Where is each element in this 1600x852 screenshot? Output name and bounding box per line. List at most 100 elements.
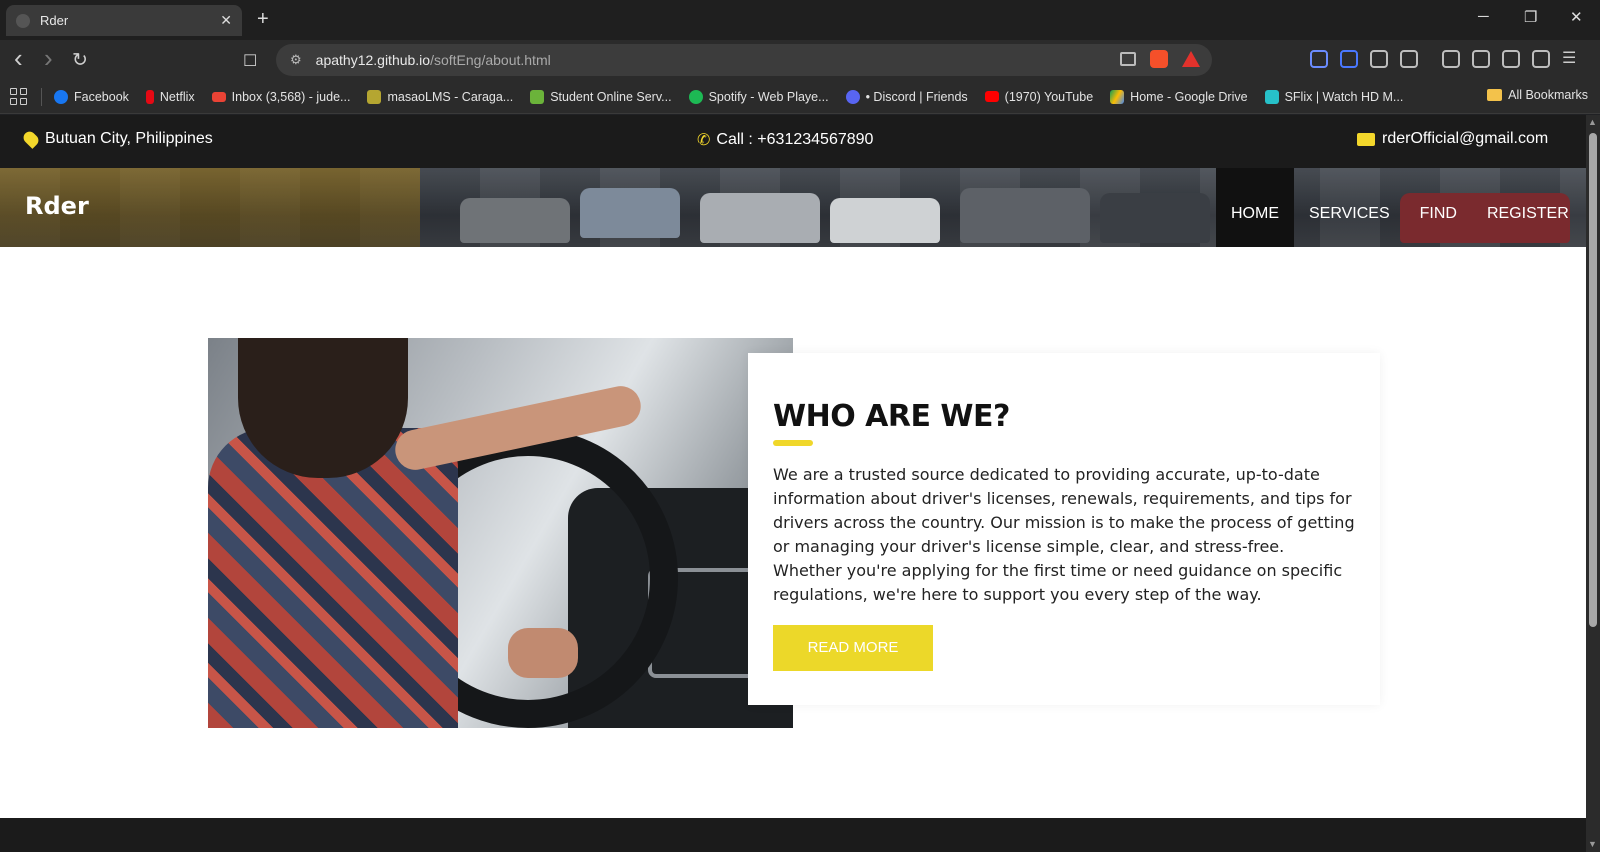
- bookmark-label: Netflix: [159, 89, 195, 104]
- all-bookmarks-label: All Bookmarks: [1508, 88, 1588, 102]
- browser-toolbar: ‹ › ↻ ☐ ⚙ apathy12.github.io/softEng/abo…: [0, 40, 1600, 80]
- address-bar[interactable]: ⚙ apathy12.github.io/softEng/about.html: [276, 44, 1212, 76]
- youtube-icon: [984, 91, 999, 102]
- restore-button[interactable]: ❐: [1524, 8, 1537, 26]
- location-text: Butuan City, Philippines: [45, 130, 213, 147]
- new-tab-button[interactable]: +: [257, 8, 269, 31]
- about-title: WHO ARE WE?: [773, 399, 1010, 434]
- banner-car-image: [960, 188, 1090, 243]
- extension-icon[interactable]: [1310, 50, 1328, 68]
- phone-info: ✆ Call : +631234567890: [697, 130, 873, 150]
- envelope-icon: [1357, 132, 1375, 146]
- url-path: /softEng/about.html: [430, 52, 551, 68]
- bookmark-youtube[interactable]: (1970) YouTube: [984, 89, 1094, 104]
- netflix-icon: [145, 89, 154, 104]
- header-banner: Rder HOME SERVICES FIND REGISTER: [0, 168, 1586, 247]
- tab-title: Rder: [40, 13, 69, 28]
- email-text: rderOfficial@gmail.com: [1382, 130, 1549, 147]
- vpn-icon[interactable]: [1532, 50, 1550, 68]
- spotify-icon: [688, 89, 703, 104]
- wallet-icon[interactable]: [1472, 50, 1490, 68]
- screenshot-icon[interactable]: [1400, 50, 1418, 68]
- browser-tab[interactable]: Rder ✕: [6, 5, 242, 36]
- bookmark-label: Spotify - Web Playe...: [708, 89, 829, 104]
- nav-home[interactable]: HOME: [1216, 168, 1294, 247]
- bookmark-facebook[interactable]: Facebook: [54, 89, 129, 104]
- apps-icon[interactable]: [10, 88, 27, 105]
- location-pin-icon: [21, 129, 41, 149]
- google-drive-icon: [1110, 89, 1125, 104]
- bookmark-label: Home - Google Drive: [1130, 89, 1248, 104]
- site-info-icon[interactable]: ⚙: [290, 52, 302, 68]
- sflix-icon: [1264, 89, 1279, 104]
- close-window-button[interactable]: ✕: [1570, 8, 1583, 26]
- student-online-icon: [530, 89, 545, 104]
- about-description: We are a trusted source dedicated to pro…: [773, 465, 1355, 604]
- email-info: rderOfficial@gmail.com: [1357, 130, 1548, 148]
- bookmark-label: Inbox (3,568) - jude...: [231, 89, 351, 104]
- bookmark-netflix[interactable]: Netflix: [145, 89, 195, 104]
- share-icon[interactable]: [1120, 52, 1136, 66]
- bookmark-masaolms[interactable]: masaoLMS - Caraga...: [367, 89, 514, 104]
- photo-driver-hand: [508, 628, 578, 678]
- bookmark-google-drive[interactable]: Home - Google Drive: [1110, 89, 1248, 104]
- driver-photo: [208, 338, 793, 728]
- page-scrollbar[interactable]: ▲ ▼: [1586, 115, 1600, 852]
- all-bookmarks-button[interactable]: All Bookmarks: [1487, 88, 1588, 102]
- tab-favicon-icon: [16, 13, 30, 28]
- browser-tabstrip: Rder ✕ + ─ ❐ ✕: [0, 0, 1600, 40]
- scroll-up-icon[interactable]: ▲: [1588, 117, 1597, 127]
- banner-car-image: [830, 198, 940, 243]
- gmail-icon: [211, 91, 226, 102]
- bookmark-label: masaoLMS - Caraga...: [387, 89, 514, 104]
- url-domain: apathy12.github.io: [315, 52, 431, 68]
- brave-rewards-icon[interactable]: [1182, 51, 1200, 67]
- title-underline: [773, 440, 813, 446]
- forward-button[interactable]: ›: [44, 43, 53, 74]
- menu-icon[interactable]: ☰: [1562, 50, 1580, 68]
- bookmark-label: Facebook: [74, 89, 129, 104]
- bookmark-spotify[interactable]: Spotify - Web Playe...: [688, 89, 829, 104]
- top-info-bar: Butuan City, Philippines ✆ Call : +63123…: [0, 115, 1586, 168]
- banner-car-image: [460, 198, 570, 243]
- leo-ai-icon[interactable]: [1502, 50, 1520, 68]
- url-text[interactable]: apathy12.github.io/softEng/about.html: [316, 52, 551, 68]
- site-logo[interactable]: Rder: [25, 192, 89, 220]
- bookmark-label: • Discord | Friends: [865, 89, 968, 104]
- sidebar-icon[interactable]: [1442, 50, 1460, 68]
- nav-services[interactable]: SERVICES: [1294, 168, 1405, 247]
- main-nav: HOME SERVICES FIND REGISTER: [1216, 168, 1584, 247]
- reload-button[interactable]: ↻: [72, 49, 88, 72]
- folder-icon: [1487, 89, 1503, 101]
- nav-find[interactable]: FIND: [1405, 168, 1472, 247]
- bookmark-star-icon[interactable]: ☐: [243, 51, 257, 71]
- banner-car-image: [700, 193, 820, 243]
- bookmark-label: Student Online Serv...: [550, 89, 672, 104]
- minimize-button[interactable]: ─: [1478, 8, 1489, 25]
- masaolms-icon: [367, 89, 382, 104]
- discord-icon: [845, 89, 860, 104]
- bookmark-gmail[interactable]: Inbox (3,568) - jude...: [211, 89, 351, 104]
- bookmark-sflix[interactable]: SFlix | Watch HD M...: [1264, 89, 1404, 104]
- read-more-button[interactable]: READ MORE: [773, 625, 933, 671]
- tab-close-icon[interactable]: ✕: [220, 12, 232, 29]
- footer: [0, 818, 1586, 852]
- facebook-icon: [54, 89, 68, 104]
- bookmarks-bar: Facebook Netflix Inbox (3,568) - jude...…: [0, 80, 1600, 114]
- bookmark-student-online[interactable]: Student Online Serv...: [530, 89, 672, 104]
- bookmarks-divider: [41, 87, 42, 106]
- extension-icon[interactable]: [1340, 50, 1358, 68]
- phone-text: Call : +631234567890: [716, 131, 874, 148]
- nav-register[interactable]: REGISTER: [1472, 168, 1584, 247]
- location-info: Butuan City, Philippines: [21, 129, 213, 149]
- scroll-down-icon[interactable]: ▼: [1588, 839, 1597, 849]
- brave-shields-icon[interactable]: [1150, 50, 1168, 68]
- bookmark-discord[interactable]: • Discord | Friends: [845, 89, 968, 104]
- phone-icon: ✆: [697, 132, 711, 149]
- omnibox-actions: [1120, 50, 1200, 68]
- scrollbar-thumb[interactable]: [1589, 133, 1597, 627]
- puzzle-icon[interactable]: [1370, 50, 1388, 68]
- back-button[interactable]: ‹: [14, 43, 23, 74]
- bookmark-label: (1970) YouTube: [1004, 89, 1094, 104]
- bookmark-label: SFlix | Watch HD M...: [1284, 89, 1404, 104]
